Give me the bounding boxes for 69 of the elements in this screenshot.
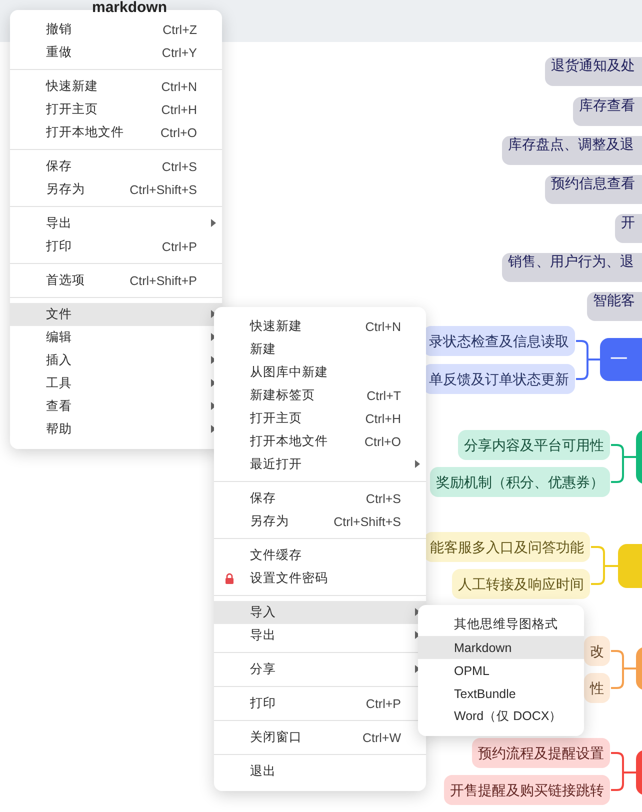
shortcut-label: Ctrl+H xyxy=(160,102,197,116)
menu-item[interactable]: 打开主页 Ctrl+H xyxy=(10,98,222,121)
mindmap-node: 销售、用户行为、退 xyxy=(502,253,642,282)
menu-item[interactable]: 打印 Ctrl+P xyxy=(10,235,222,258)
mindmap-node: 开售提醒及购买链接跳转 xyxy=(444,775,610,805)
mindmap-node: 库存盘点、调整及退 xyxy=(502,136,642,165)
mindmap-node: 能客服多入口及问答功能 xyxy=(424,532,590,562)
menu-item[interactable]: 首选项 Ctrl+Shift+P xyxy=(10,269,222,292)
menu-item[interactable]: 快速新建 Ctrl+N xyxy=(10,75,222,98)
menu-item[interactable]: 打开本地文件 Ctrl+O xyxy=(214,430,426,453)
mindmap-node: 录状态检查及信息读取 xyxy=(423,326,575,356)
mindmap-node: 智能客 xyxy=(587,292,642,321)
menu-item[interactable]: TextBundle xyxy=(418,682,584,705)
shortcut-label: Ctrl+O xyxy=(160,126,197,140)
menu-item[interactable]: 打开本地文件 Ctrl+O xyxy=(10,121,222,144)
shortcut-label: Ctrl+W xyxy=(361,730,401,744)
menu-item[interactable]: 新建 xyxy=(214,338,426,361)
menu-item[interactable]: 关闭窗口 Ctrl+W xyxy=(214,726,426,749)
mindmap-node: 单反馈及订单状态更新 xyxy=(423,364,575,394)
shortcut-label: Ctrl+P xyxy=(364,696,401,710)
shortcut-label: Ctrl+P xyxy=(160,240,197,254)
connector-line xyxy=(610,444,637,483)
mindmap-node: 奖励机制（积分、优惠券） xyxy=(430,467,610,497)
connector-line xyxy=(610,752,637,791)
mindmap-node: 预约信息查看 xyxy=(545,175,642,204)
menu-item[interactable]: 保存 Ctrl+S xyxy=(10,155,222,178)
menu-item[interactable]: 新建标签页 Ctrl+T xyxy=(214,384,426,407)
mindmap-node: 退货通知及处 xyxy=(545,57,642,86)
menu-item[interactable]: Word（仅 DOCX） xyxy=(418,705,584,728)
shortcut-label: Ctrl+Shift+S xyxy=(128,182,197,196)
window-title: markdown xyxy=(92,0,168,16)
shortcut-label: Ctrl+S xyxy=(160,160,197,174)
menu-item[interactable]: 导入 xyxy=(214,601,426,624)
mindmap-node: 分享内容及平台可用性 xyxy=(458,430,610,460)
shortcut-label: Ctrl+S xyxy=(364,492,401,506)
menu-item[interactable]: 从图库中新建 xyxy=(214,361,426,384)
mindmap-topic-node: 一 xyxy=(600,338,642,381)
mindmap-node: 预约流程及提醒设置 xyxy=(472,738,610,768)
mindmap-node: 库存查看 xyxy=(573,97,642,126)
menu-item[interactable]: 设置文件密码 xyxy=(214,567,426,590)
shortcut-label: Ctrl+N xyxy=(364,320,401,334)
menu-item[interactable]: 最近打开 xyxy=(214,453,426,476)
shortcut-label: Ctrl+Z xyxy=(162,22,197,36)
shortcut-label: Ctrl+H xyxy=(364,412,401,426)
connector-line xyxy=(590,546,619,585)
menu-item[interactable]: 文件缓存 xyxy=(214,544,426,567)
menu-item[interactable]: 退出 xyxy=(214,760,426,783)
menu-item[interactable]: 文件 xyxy=(10,303,222,326)
menu-item[interactable]: 导出 xyxy=(10,212,222,235)
mindmap-node: 性 xyxy=(584,673,610,703)
menu-item[interactable]: 撤销 Ctrl+Z xyxy=(10,18,222,41)
menu-item[interactable]: 另存为 Ctrl+Shift+S xyxy=(10,178,222,201)
shortcut-label: Ctrl+T xyxy=(366,388,401,402)
connector-line xyxy=(575,340,601,380)
menu-item[interactable]: Markdown xyxy=(418,636,584,659)
mindmap-node: 开 xyxy=(615,214,642,243)
menu-item[interactable]: 保存 Ctrl+S xyxy=(214,487,426,510)
shortcut-label: Ctrl+Shift+P xyxy=(128,274,197,288)
shortcut-label: Ctrl+O xyxy=(364,434,401,448)
mindmap-node: 改 xyxy=(584,636,610,666)
menu-item[interactable]: OPML xyxy=(418,659,584,682)
shortcut-label: Ctrl+N xyxy=(160,80,197,94)
shortcut-label: Ctrl+Y xyxy=(160,46,197,60)
connector-line xyxy=(610,650,637,689)
menu-item[interactable]: 打开主页 Ctrl+H xyxy=(214,407,426,430)
shortcut-label: Ctrl+Shift+S xyxy=(332,514,401,528)
menu-item[interactable]: 重做 Ctrl+Y xyxy=(10,41,222,64)
menu-item[interactable]: 另存为 Ctrl+Shift+S xyxy=(214,510,426,533)
mindmap-node: 人工转接及响应时间 xyxy=(452,569,590,599)
